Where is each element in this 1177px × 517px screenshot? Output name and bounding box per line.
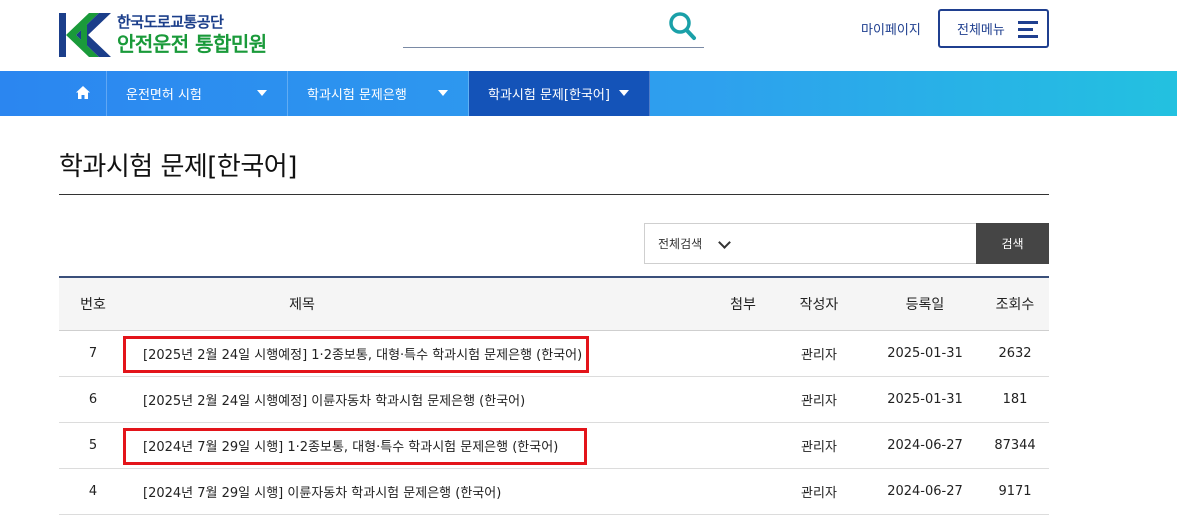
search-input[interactable] <box>742 223 977 264</box>
main-nav: 운전면허 시험 학과시험 문제은행 학과시험 문제[한국어] <box>0 71 1177 116</box>
row-views: 181 <box>1002 392 1028 407</box>
search-button[interactable]: 검색 <box>976 223 1049 264</box>
table-header: 번호 제목 첨부 작성자 등록일 조회수 <box>59 276 1049 331</box>
row-date: 2024-06-27 <box>887 438 963 453</box>
row-date: 2025-01-31 <box>887 346 963 361</box>
title-divider <box>59 194 1049 195</box>
header-no: 번호 <box>80 297 106 313</box>
header-views: 조회수 <box>995 297 1035 313</box>
row-title-link[interactable]: [2024년 7월 29일 시행] 1·2종보통, 대형·특수 학과시험 문제은… <box>127 436 717 455</box>
row-title-link[interactable]: [2025년 2월 24일 시행예정] 이륜자동차 학과시험 문제은행 (한국어… <box>127 390 717 409</box>
caret-down-icon <box>619 90 629 96</box>
table-row: 5 [2024년 7월 29일 시행] 1·2종보통, 대형·특수 학과시험 문… <box>59 423 1049 469</box>
home-icon <box>75 84 90 103</box>
row-date: 2025-01-31 <box>887 392 963 407</box>
caret-down-icon <box>257 90 267 96</box>
table-row: 4 [2024년 7월 29일 시행] 이륜자동차 학과시험 문제은행 (한국어… <box>59 469 1049 515</box>
header-attach: 첨부 <box>730 297 756 313</box>
row-views: 87344 <box>994 438 1036 453</box>
all-menu-button[interactable]: 전체메뉴 <box>938 9 1049 48</box>
nav-item-label: 운전면허 시험 <box>126 88 202 103</box>
header-search-field[interactable] <box>403 10 704 48</box>
page-title: 학과시험 문제[한국어] <box>59 152 297 182</box>
caret-down-icon <box>438 90 448 96</box>
search-scope-select[interactable]: 전체검색 <box>644 223 743 264</box>
all-menu-label: 전체메뉴 <box>957 23 1005 38</box>
table-row: 6 [2025년 2월 24일 시행예정] 이륜자동차 학과시험 문제은행 (한… <box>59 377 1049 423</box>
row-title-link[interactable]: [2024년 7월 29일 시행] 이륜자동차 학과시험 문제은행 (한국어) <box>127 482 717 501</box>
search-scope-label: 전체검색 <box>658 237 703 251</box>
board-table: 번호 제목 첨부 작성자 등록일 조회수 7 [2025년 2월 24일 시행예… <box>59 276 1049 515</box>
table-row: 7 [2025년 2월 24일 시행예정] 1·2종보통, 대형·특수 학과시험… <box>59 331 1049 377</box>
header-author: 작성자 <box>799 297 839 313</box>
row-no: 6 <box>88 392 98 407</box>
row-author: 관리자 <box>801 394 837 409</box>
row-date: 2024-06-27 <box>887 484 963 499</box>
header-title: 제목 <box>289 297 315 313</box>
nav-item-license-test[interactable]: 운전면허 시험 <box>107 71 288 116</box>
home-button[interactable] <box>59 71 107 116</box>
search-icon[interactable] <box>668 10 698 42</box>
row-no: 5 <box>88 438 98 453</box>
row-author: 관리자 <box>801 348 837 363</box>
nav-item-question-bank[interactable]: 학과시험 문제은행 <box>288 71 469 116</box>
row-views: 9171 <box>998 484 1032 499</box>
chevron-down-icon <box>718 236 731 249</box>
row-title-link[interactable]: [2025년 2월 24일 시행예정] 1·2종보통, 대형·특수 학과시험 문… <box>127 344 717 363</box>
row-author: 관리자 <box>801 440 837 455</box>
row-no: 7 <box>88 346 98 361</box>
site-header: 한국도로교통공단 안전운전 통합민원 마이페이지 전체메뉴 <box>0 0 1177 71</box>
nav-item-label: 학과시험 문제[한국어] <box>488 88 610 103</box>
site-logo[interactable]: 한국도로교통공단 안전운전 통합민원 <box>59 10 289 60</box>
logo-bottom-text: 안전운전 통합민원 <box>117 32 267 56</box>
row-author: 관리자 <box>801 486 837 501</box>
nav-item-korean-questions[interactable]: 학과시험 문제[한국어] <box>469 71 650 116</box>
row-views: 2632 <box>998 346 1032 361</box>
nav-item-label: 학과시험 문제은행 <box>307 88 407 103</box>
row-no: 4 <box>88 484 98 499</box>
mypage-link[interactable]: 마이페이지 <box>861 19 921 38</box>
logo-mark-icon <box>59 11 111 59</box>
logo-top-text: 한국도로교통공단 <box>117 13 224 31</box>
header-date: 등록일 <box>905 297 945 313</box>
hamburger-icon <box>1018 21 1038 38</box>
